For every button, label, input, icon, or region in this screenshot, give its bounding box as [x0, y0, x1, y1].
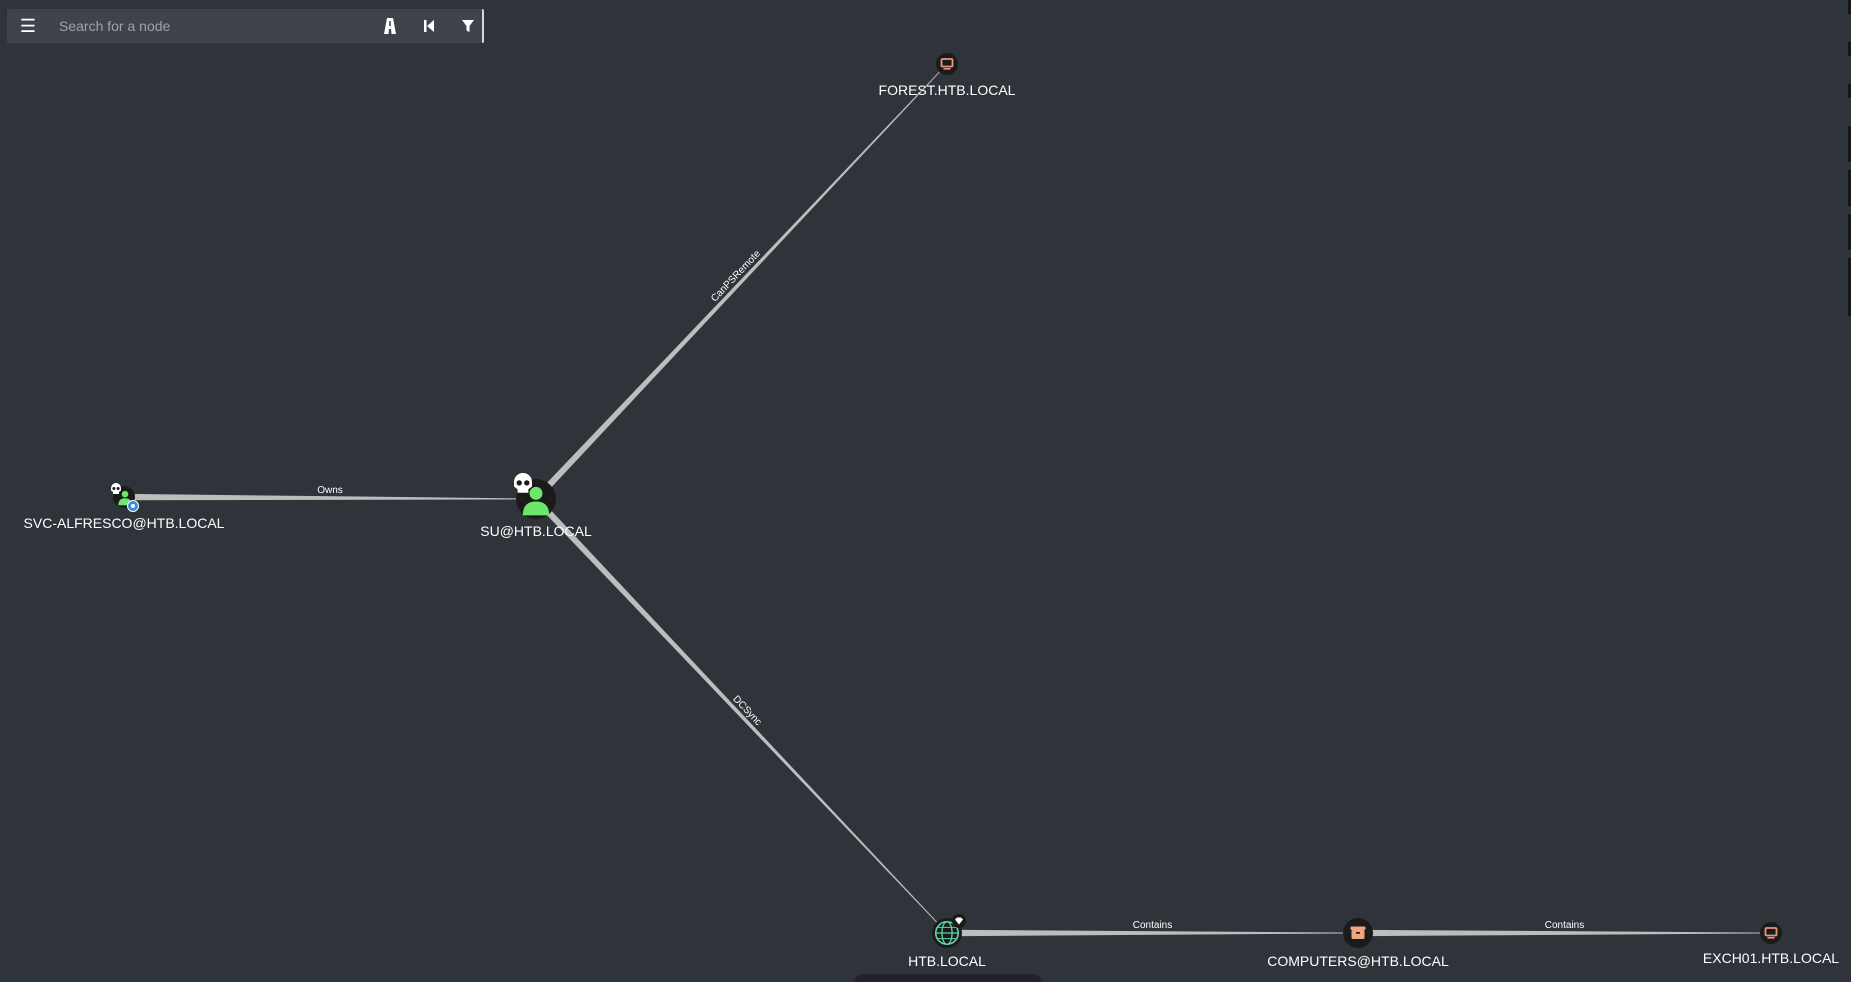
monitor-stand [1767, 937, 1775, 939]
skull-eye [524, 480, 530, 486]
group-badge-dot [131, 504, 135, 508]
graph-canvas[interactable]: Owns CanPSRemote DCSync Contains Contains FO… [0, 0, 1851, 978]
node-htb[interactable]: HTB.LOCAL [908, 914, 986, 969]
node-computers[interactable]: COMPUTERS@HTB.LOCAL [1267, 918, 1449, 969]
search-bar: ☰ [7, 9, 484, 43]
edge-su-forest[interactable]: CanPSRemote [533, 63, 948, 502]
step-back-icon [424, 20, 434, 32]
edge-svc-su[interactable]: Owns [123, 485, 537, 501]
node-label: FOREST.HTB.LOCAL [879, 82, 1016, 98]
edge-label: CanPSRemote [709, 248, 763, 304]
edge-line[interactable] [533, 63, 948, 502]
box-handle [1356, 932, 1360, 934]
box-lid [1350, 926, 1366, 930]
node-forest[interactable]: FOREST.HTB.LOCAL [879, 53, 1016, 98]
box-icon [1350, 926, 1366, 939]
node-label: EXCH01.HTB.LOCAL [1703, 950, 1839, 966]
road-icon [384, 18, 396, 34]
edge-line[interactable] [533, 496, 948, 934]
box-body [1351, 930, 1365, 939]
monitor-stand [943, 68, 951, 70]
node-label: HTB.LOCAL [908, 953, 986, 969]
node-label: SU@HTB.LOCAL [480, 523, 592, 539]
edge-computers-exch01[interactable]: Contains [1358, 920, 1771, 937]
user-head [529, 486, 543, 500]
skull-eye [116, 487, 120, 490]
node-label: SVC-ALFRESCO@HTB.LOCAL [24, 515, 225, 531]
node-label: COMPUTERS@HTB.LOCAL [1267, 953, 1449, 969]
edge-su-htb[interactable]: DCSync [533, 496, 948, 934]
hamburger-icon: ☰ [19, 16, 37, 36]
node-su[interactable]: SU@HTB.LOCAL [480, 473, 592, 539]
node-circle[interactable] [936, 53, 958, 75]
user-head [121, 490, 129, 498]
filter-icon [462, 20, 474, 32]
node-exch01[interactable]: EXCH01.HTB.LOCAL [1703, 922, 1839, 966]
edge-label: Contains [1545, 920, 1584, 931]
skull-eye [516, 480, 522, 486]
skull-eye [112, 487, 116, 490]
node-svc[interactable]: SVC-ALFRESCO@HTB.LOCAL [24, 483, 225, 531]
edge-label: Contains [1133, 920, 1172, 931]
filter-button[interactable] [455, 14, 481, 38]
pathfinding-button[interactable] [377, 14, 403, 38]
bottom-panel-tab[interactable] [855, 974, 1041, 982]
edge-label: Owns [317, 485, 343, 496]
nodes-layer: FOREST.HTB.LOCAL SU@HTB.LOCAL SVC-ALFRESCO… [24, 53, 1839, 969]
menu-button[interactable]: ☰ [15, 14, 41, 38]
edges-layer: Owns CanPSRemote DCSync Contains Contains [123, 63, 1771, 937]
edge-htb-computers[interactable]: Contains [947, 920, 1358, 937]
back-button[interactable] [416, 14, 442, 38]
node-circle[interactable] [1760, 922, 1782, 944]
search-input[interactable] [51, 13, 351, 39]
